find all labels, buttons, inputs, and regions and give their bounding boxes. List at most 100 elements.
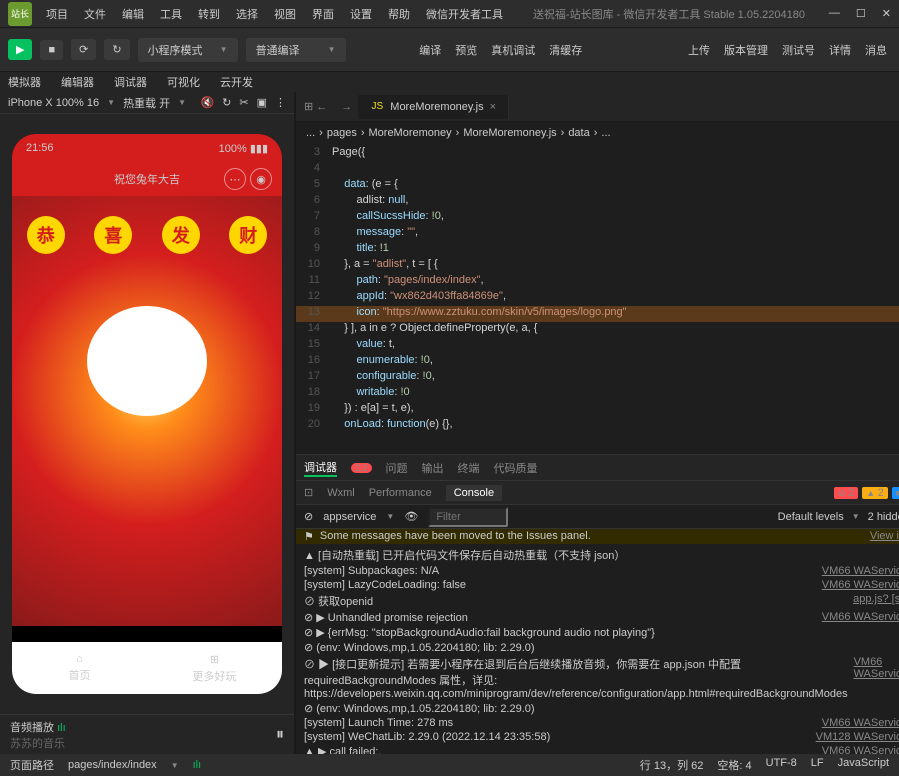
more-icon[interactable]: ⋮ bbox=[275, 96, 286, 109]
status-item[interactable]: 行 13，列 62 bbox=[640, 757, 704, 773]
breadcrumb[interactable]: ... › pages › MoreMoremoney › MoreMoremo… bbox=[296, 122, 899, 144]
tool[interactable]: 消息 bbox=[861, 38, 891, 62]
close-icon[interactable]: ✕ bbox=[882, 7, 891, 20]
device-select[interactable]: iPhone X 100% 16 bbox=[8, 97, 99, 109]
error-badge[interactable]: ⊘ 2 bbox=[834, 487, 858, 499]
reload-button[interactable]: ↻ bbox=[104, 39, 129, 60]
compile-select[interactable]: 普通编译▼ bbox=[246, 38, 346, 62]
source-link[interactable]: VM66 WAService.js:1 bbox=[822, 611, 899, 624]
tool[interactable]: 详情 bbox=[825, 38, 855, 62]
menu-工具[interactable]: 工具 bbox=[154, 4, 188, 24]
source-link[interactable]: VM66 WAService.js:1 bbox=[822, 565, 899, 577]
mute-icon[interactable]: 🔇 bbox=[200, 96, 214, 109]
warn-badge[interactable]: ▲ 2 bbox=[862, 487, 888, 499]
flag-icon: ⚑ bbox=[304, 530, 314, 543]
console-line: [system] Subpackages: N/AVM66 WAService.… bbox=[296, 564, 899, 578]
mode-select[interactable]: 小程序模式▼ bbox=[138, 38, 238, 62]
audio-pause-icon[interactable]: ⏸ bbox=[276, 726, 284, 744]
menu-选择[interactable]: 选择 bbox=[230, 4, 264, 24]
expand-icon[interactable]: ▣ bbox=[257, 96, 267, 109]
source-link[interactable]: VM128 WAService.js:1 bbox=[816, 731, 899, 743]
terminal-tab[interactable]: 终端 bbox=[458, 460, 480, 476]
tab-home[interactable]: ⌂ 首页 bbox=[12, 642, 147, 694]
console-line: ▲ [自动热重载] 已开启代码文件保存后自动热重载（不支持 json） bbox=[296, 546, 899, 564]
menu-编辑[interactable]: 编辑 bbox=[116, 4, 150, 24]
eye-icon[interactable]: 👁 bbox=[404, 510, 418, 523]
issues-banner: ⚑ Some messages have been moved to the I… bbox=[296, 529, 899, 544]
hidden-count[interactable]: 2 hidden bbox=[868, 511, 899, 523]
console-line: ▲ ▶ call failed:,VM66 WAService.js:1 bbox=[296, 744, 899, 754]
source-link[interactable]: VM66 WAService.js:1 bbox=[822, 745, 899, 754]
wxml-tab[interactable]: Wxml bbox=[327, 487, 355, 499]
step-button[interactable]: ⟳ bbox=[71, 39, 96, 60]
editor-area: ⊞ ← → JS MoreMoremoney.js × ▥ ⋯ ... › pa… bbox=[296, 92, 899, 754]
tool[interactable]: 编译 bbox=[415, 38, 445, 62]
menu-转到[interactable]: 转到 bbox=[192, 4, 226, 24]
tool[interactable]: 真机调试 bbox=[487, 38, 539, 62]
maximize-icon[interactable]: ☐ bbox=[856, 7, 866, 20]
info-badge[interactable]: ■ 2 bbox=[892, 487, 899, 499]
tool[interactable]: 测试号 bbox=[778, 38, 819, 62]
forward-icon[interactable]: → bbox=[335, 101, 358, 113]
debugger-tab[interactable]: 调试器 bbox=[304, 459, 337, 477]
phone-statusbar: 21:56 100% ▮▮▮ bbox=[12, 134, 282, 162]
inspect-icon[interactable]: ⊡ bbox=[304, 486, 313, 499]
menu-视图[interactable]: 视图 bbox=[268, 4, 302, 24]
back-icon[interactable]: ⊞ ← bbox=[296, 100, 335, 113]
menu-帮助[interactable]: 帮助 bbox=[382, 4, 416, 24]
phone-content[interactable]: 恭喜发财 bbox=[12, 196, 282, 626]
tab-more[interactable]: ⊞ 更多好玩 bbox=[147, 642, 282, 694]
code-editor[interactable]: 3Page({45 data: (e = {6 adlist: null,7 c… bbox=[296, 144, 899, 454]
output-tab[interactable]: 输出 bbox=[422, 460, 444, 476]
minimize-icon[interactable]: — bbox=[829, 7, 840, 20]
menu-设置[interactable]: 设置 bbox=[344, 4, 378, 24]
filter-input[interactable] bbox=[428, 507, 508, 527]
menu-项目[interactable]: 项目 bbox=[40, 4, 74, 24]
tool[interactable]: 版本管理 bbox=[720, 38, 772, 62]
hot-reload-toggle[interactable]: 热重载 开 bbox=[123, 95, 170, 111]
source-link[interactable]: VM66 WAService.js:1 bbox=[854, 656, 899, 700]
source-link[interactable]: VM66 WAService.js:1 bbox=[822, 579, 899, 591]
console-tab[interactable]: Console bbox=[446, 485, 502, 501]
console-body[interactable]: ▲ [自动热重载] 已开启代码文件保存后自动热重载（不支持 json）[syst… bbox=[296, 544, 899, 754]
problems-tab[interactable]: 问题 bbox=[386, 460, 408, 476]
capsule-menu-icon[interactable]: ⋯ bbox=[224, 168, 246, 190]
status-item[interactable]: UTF-8 bbox=[766, 757, 797, 773]
capsule-close-icon[interactable]: ◉ bbox=[250, 168, 272, 190]
status-item[interactable]: JavaScript bbox=[838, 757, 889, 773]
subtab[interactable]: 模拟器 bbox=[8, 74, 41, 90]
stats-icon[interactable]: ılı bbox=[193, 759, 202, 771]
status-item[interactable]: LF bbox=[811, 757, 824, 773]
source-link[interactable]: VM66 WAService.js:1 bbox=[822, 717, 899, 729]
subtab[interactable]: 调试器 bbox=[114, 74, 147, 90]
levels-select[interactable]: Default levels bbox=[778, 511, 844, 523]
menu-界面[interactable]: 界面 bbox=[306, 4, 340, 24]
view-issues-link[interactable]: View issues bbox=[870, 530, 899, 543]
subtab[interactable]: 可视化 bbox=[167, 74, 200, 90]
context-select[interactable]: appservice bbox=[323, 511, 376, 523]
quality-tab[interactable]: 代码质量 bbox=[494, 460, 538, 476]
tool[interactable]: 预览 bbox=[451, 38, 481, 62]
performance-tab[interactable]: Performance bbox=[369, 487, 432, 499]
menu-文件[interactable]: 文件 bbox=[78, 4, 112, 24]
tool[interactable]: 上传 bbox=[684, 38, 714, 62]
close-tab-icon[interactable]: × bbox=[490, 101, 496, 113]
stop-button[interactable]: ■ bbox=[40, 40, 63, 60]
run-button[interactable]: ▶ bbox=[8, 39, 32, 60]
subtab[interactable]: 云开发 bbox=[220, 74, 253, 90]
main-toolbar: ▶ ■ ⟳ ↻ 小程序模式▼ 普通编译▼ 编译预览真机调试清缓存 上传版本管理测… bbox=[0, 28, 899, 72]
tool[interactable]: 清缓存 bbox=[545, 38, 586, 62]
subtab[interactable]: 编辑器 bbox=[61, 74, 94, 90]
status-item[interactable]: 空格: 4 bbox=[717, 757, 751, 773]
source-link[interactable]: app.js? [sm]:23 bbox=[853, 593, 899, 609]
rotate-icon[interactable]: ↻ bbox=[222, 96, 231, 109]
menu-微信开发者工具[interactable]: 微信开发者工具 bbox=[420, 4, 509, 24]
page-path[interactable]: pages/index/index bbox=[68, 759, 157, 771]
console-line: ⊘ ▶ {errMsg: "stopBackgroundAudio:fail b… bbox=[296, 625, 899, 640]
cut-icon[interactable]: ✂ bbox=[239, 96, 248, 109]
editor-tab[interactable]: JS MoreMoremoney.js × bbox=[358, 95, 509, 119]
clear-console-icon[interactable]: ⊘ bbox=[304, 510, 313, 523]
console-line: [system] Launch Time: 278 msVM66 WAServi… bbox=[296, 716, 899, 730]
phone-tabbar: ⌂ 首页 ⊞ 更多好玩 bbox=[12, 642, 282, 694]
audio-title: 音频播放 ılı bbox=[10, 719, 66, 735]
